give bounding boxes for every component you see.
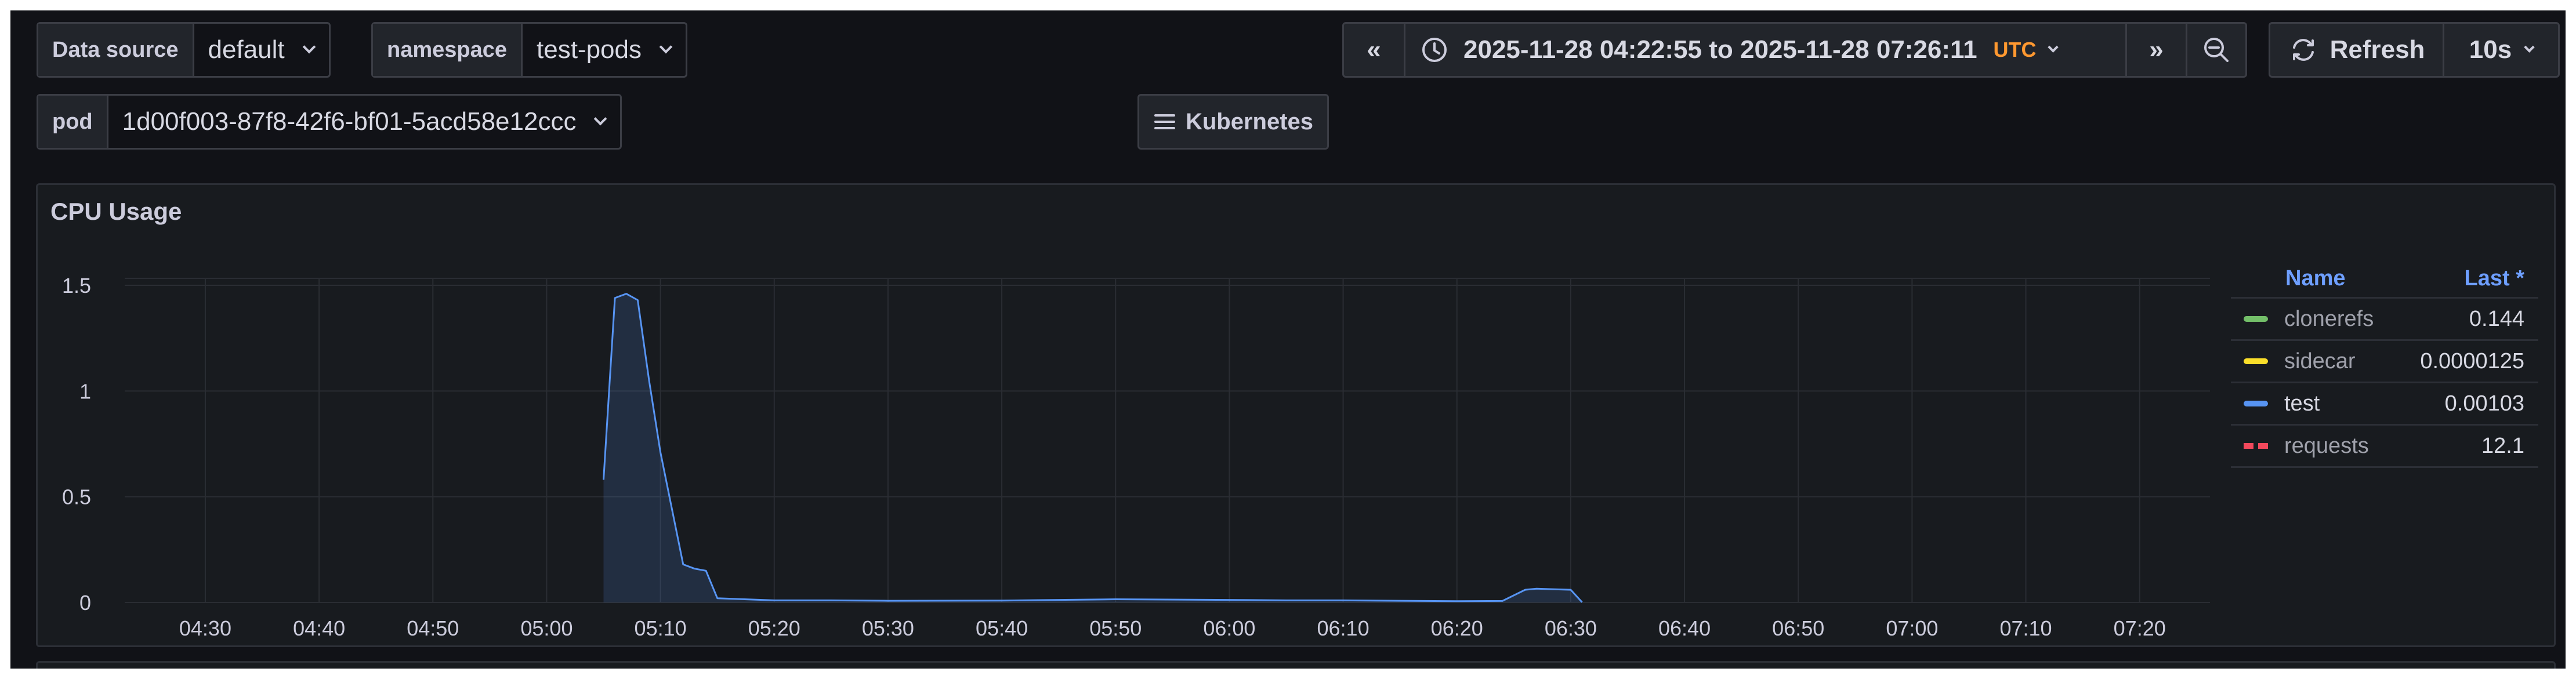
- refresh-icon: [2292, 39, 2314, 61]
- x-tick-label: 07:00: [1886, 616, 1938, 640]
- x-tick-label: 04:50: [407, 616, 459, 640]
- legend-header-name[interactable]: Name: [2285, 266, 2346, 291]
- x-tick-label: 05:30: [862, 616, 914, 640]
- clock-icon: [1422, 38, 1447, 62]
- datasource-select[interactable]: default: [194, 24, 329, 76]
- y-axis-labels: 1.5 1 0.5 0: [62, 274, 91, 615]
- y-tick-label: 1: [79, 379, 91, 403]
- cpu-usage-panel: CPU Usage 1.5 1 0.5 0 04:30 04:40 04:50 05:00 0…: [36, 183, 2556, 647]
- datasource-value: default: [208, 35, 285, 64]
- pod-select[interactable]: 1d00f003-87f8-42f6-bf01-5acd58e12ccc: [108, 96, 621, 148]
- kubernetes-button-label: Kubernetes: [1185, 108, 1314, 135]
- chevron-down-icon: [2524, 41, 2535, 53]
- dashboard: Data source default namespace test-pods …: [10, 10, 2566, 669]
- cpu-usage-chart: 1.510.50 04:30 04:40 04:50 05:00 05:10 05:20 0…: [62, 274, 2210, 640]
- zoom-out-button[interactable]: [2187, 24, 2245, 76]
- x-tick-label: 05:10: [635, 616, 687, 640]
- x-tick-label: 06:50: [1772, 616, 1824, 640]
- chart-grid: [125, 278, 2210, 603]
- legend-item-value: 0.00103: [2444, 391, 2524, 416]
- legend-item-value: 0.144: [2469, 306, 2524, 331]
- namespace-value: test-pods: [537, 35, 642, 64]
- timezone-badge: UTC: [1993, 38, 2037, 61]
- x-tick-label: 06:30: [1545, 616, 1597, 640]
- y-tick-label: 0: [79, 591, 91, 615]
- refresh-button[interactable]: Refresh: [2270, 24, 2444, 76]
- x-tick-label: 04:40: [293, 616, 345, 640]
- legend-item-value: 12.1: [2481, 433, 2524, 458]
- legend-item-requests[interactable]: requests 12.1: [2231, 426, 2538, 468]
- x-tick-label: 07:20: [2114, 616, 2166, 640]
- zoom-out-icon: [2204, 38, 2229, 62]
- pod-variable: pod 1d00f003-87f8-42f6-bf01-5acd58e12ccc: [37, 94, 622, 150]
- chevrons-right-icon: »: [2149, 35, 2164, 64]
- legend-swatch: [2244, 358, 2268, 364]
- x-tick-label: 04:30: [179, 616, 231, 640]
- x-axis-labels: 04:30 04:40 04:50 05:00 05:10 05:20 05:30 05:40…: [179, 616, 2166, 640]
- chevron-down-icon: [659, 40, 673, 54]
- chevron-down-icon: [2047, 41, 2059, 53]
- x-tick-label: 05:20: [748, 616, 800, 640]
- x-tick-label: 05:50: [1089, 616, 1142, 640]
- x-tick-label: 06:10: [1317, 616, 1369, 640]
- time-shift-forward-button[interactable]: »: [2127, 24, 2187, 76]
- namespace-select[interactable]: test-pods: [523, 24, 686, 76]
- legend-header-last[interactable]: Last *: [2465, 266, 2524, 291]
- x-tick-label: 06:00: [1203, 616, 1255, 640]
- x-tick-label: 06:20: [1431, 616, 1483, 640]
- datasource-variable: Data source default: [37, 22, 331, 78]
- pod-value: 1d00f003-87f8-42f6-bf01-5acd58e12ccc: [122, 107, 577, 136]
- namespace-label: namespace: [373, 24, 523, 76]
- namespace-variable: namespace test-pods: [371, 22, 687, 78]
- pod-label: pod: [38, 96, 108, 148]
- legend-item-clonerefs[interactable]: clonerefs 0.144: [2231, 299, 2538, 341]
- refresh-interval-select[interactable]: 10s: [2444, 24, 2558, 76]
- legend-swatch: [2244, 316, 2268, 322]
- time-shift-back-button[interactable]: «: [1344, 24, 1405, 76]
- legend-item-name: test: [2284, 391, 2320, 416]
- series-area-test: [603, 293, 1582, 603]
- legend-header: Name Last *: [2231, 260, 2538, 299]
- legend-swatch: [2244, 401, 2268, 406]
- time-picker-group: « 2025-11-28 04:22:55 to 2025-11-28 07:2…: [1342, 22, 2247, 78]
- series-line-test: [603, 293, 1583, 603]
- chart-legend: Name Last * clonerefs 0.144 sidecar 0.00…: [2231, 260, 2538, 468]
- x-tick-label: 06:40: [1658, 616, 1711, 640]
- legend-item-value: 0.0000125: [2420, 348, 2524, 373]
- kubernetes-dashboards-button[interactable]: Kubernetes: [1137, 94, 1329, 150]
- legend-item-test[interactable]: test 0.00103: [2231, 383, 2538, 426]
- legend-item-name: clonerefs: [2284, 306, 2374, 331]
- y-tick-label: 1.5: [62, 274, 91, 297]
- x-tick-label: 05:00: [520, 616, 573, 640]
- legend-item-sidecar[interactable]: sidecar 0.0000125: [2231, 341, 2538, 383]
- chevron-down-icon: [302, 40, 316, 54]
- time-range-picker[interactable]: 2025-11-28 04:22:55 to 2025-11-28 07:26:…: [1405, 24, 2127, 76]
- legend-item-name: sidecar: [2284, 348, 2356, 373]
- x-tick-label: 07:10: [1999, 616, 2052, 640]
- next-panel-edge: [36, 661, 2556, 669]
- x-tick-label: 05:40: [976, 616, 1028, 640]
- refresh-label: Refresh: [2329, 35, 2425, 64]
- legend-swatch: [2244, 443, 2268, 449]
- chevron-down-icon: [594, 112, 607, 126]
- refresh-interval-value: 10s: [2469, 35, 2512, 64]
- menu-icon: [1154, 114, 1175, 129]
- chevrons-left-icon: «: [1367, 35, 1381, 64]
- legend-item-name: requests: [2284, 433, 2369, 458]
- y-tick-label: 0.5: [62, 485, 91, 509]
- chart-series: [603, 293, 1583, 603]
- datasource-label: Data source: [38, 24, 194, 76]
- refresh-group: Refresh 10s: [2269, 22, 2560, 78]
- time-range-text: 2025-11-28 04:22:55 to 2025-11-28 07:26:…: [1463, 35, 1977, 64]
